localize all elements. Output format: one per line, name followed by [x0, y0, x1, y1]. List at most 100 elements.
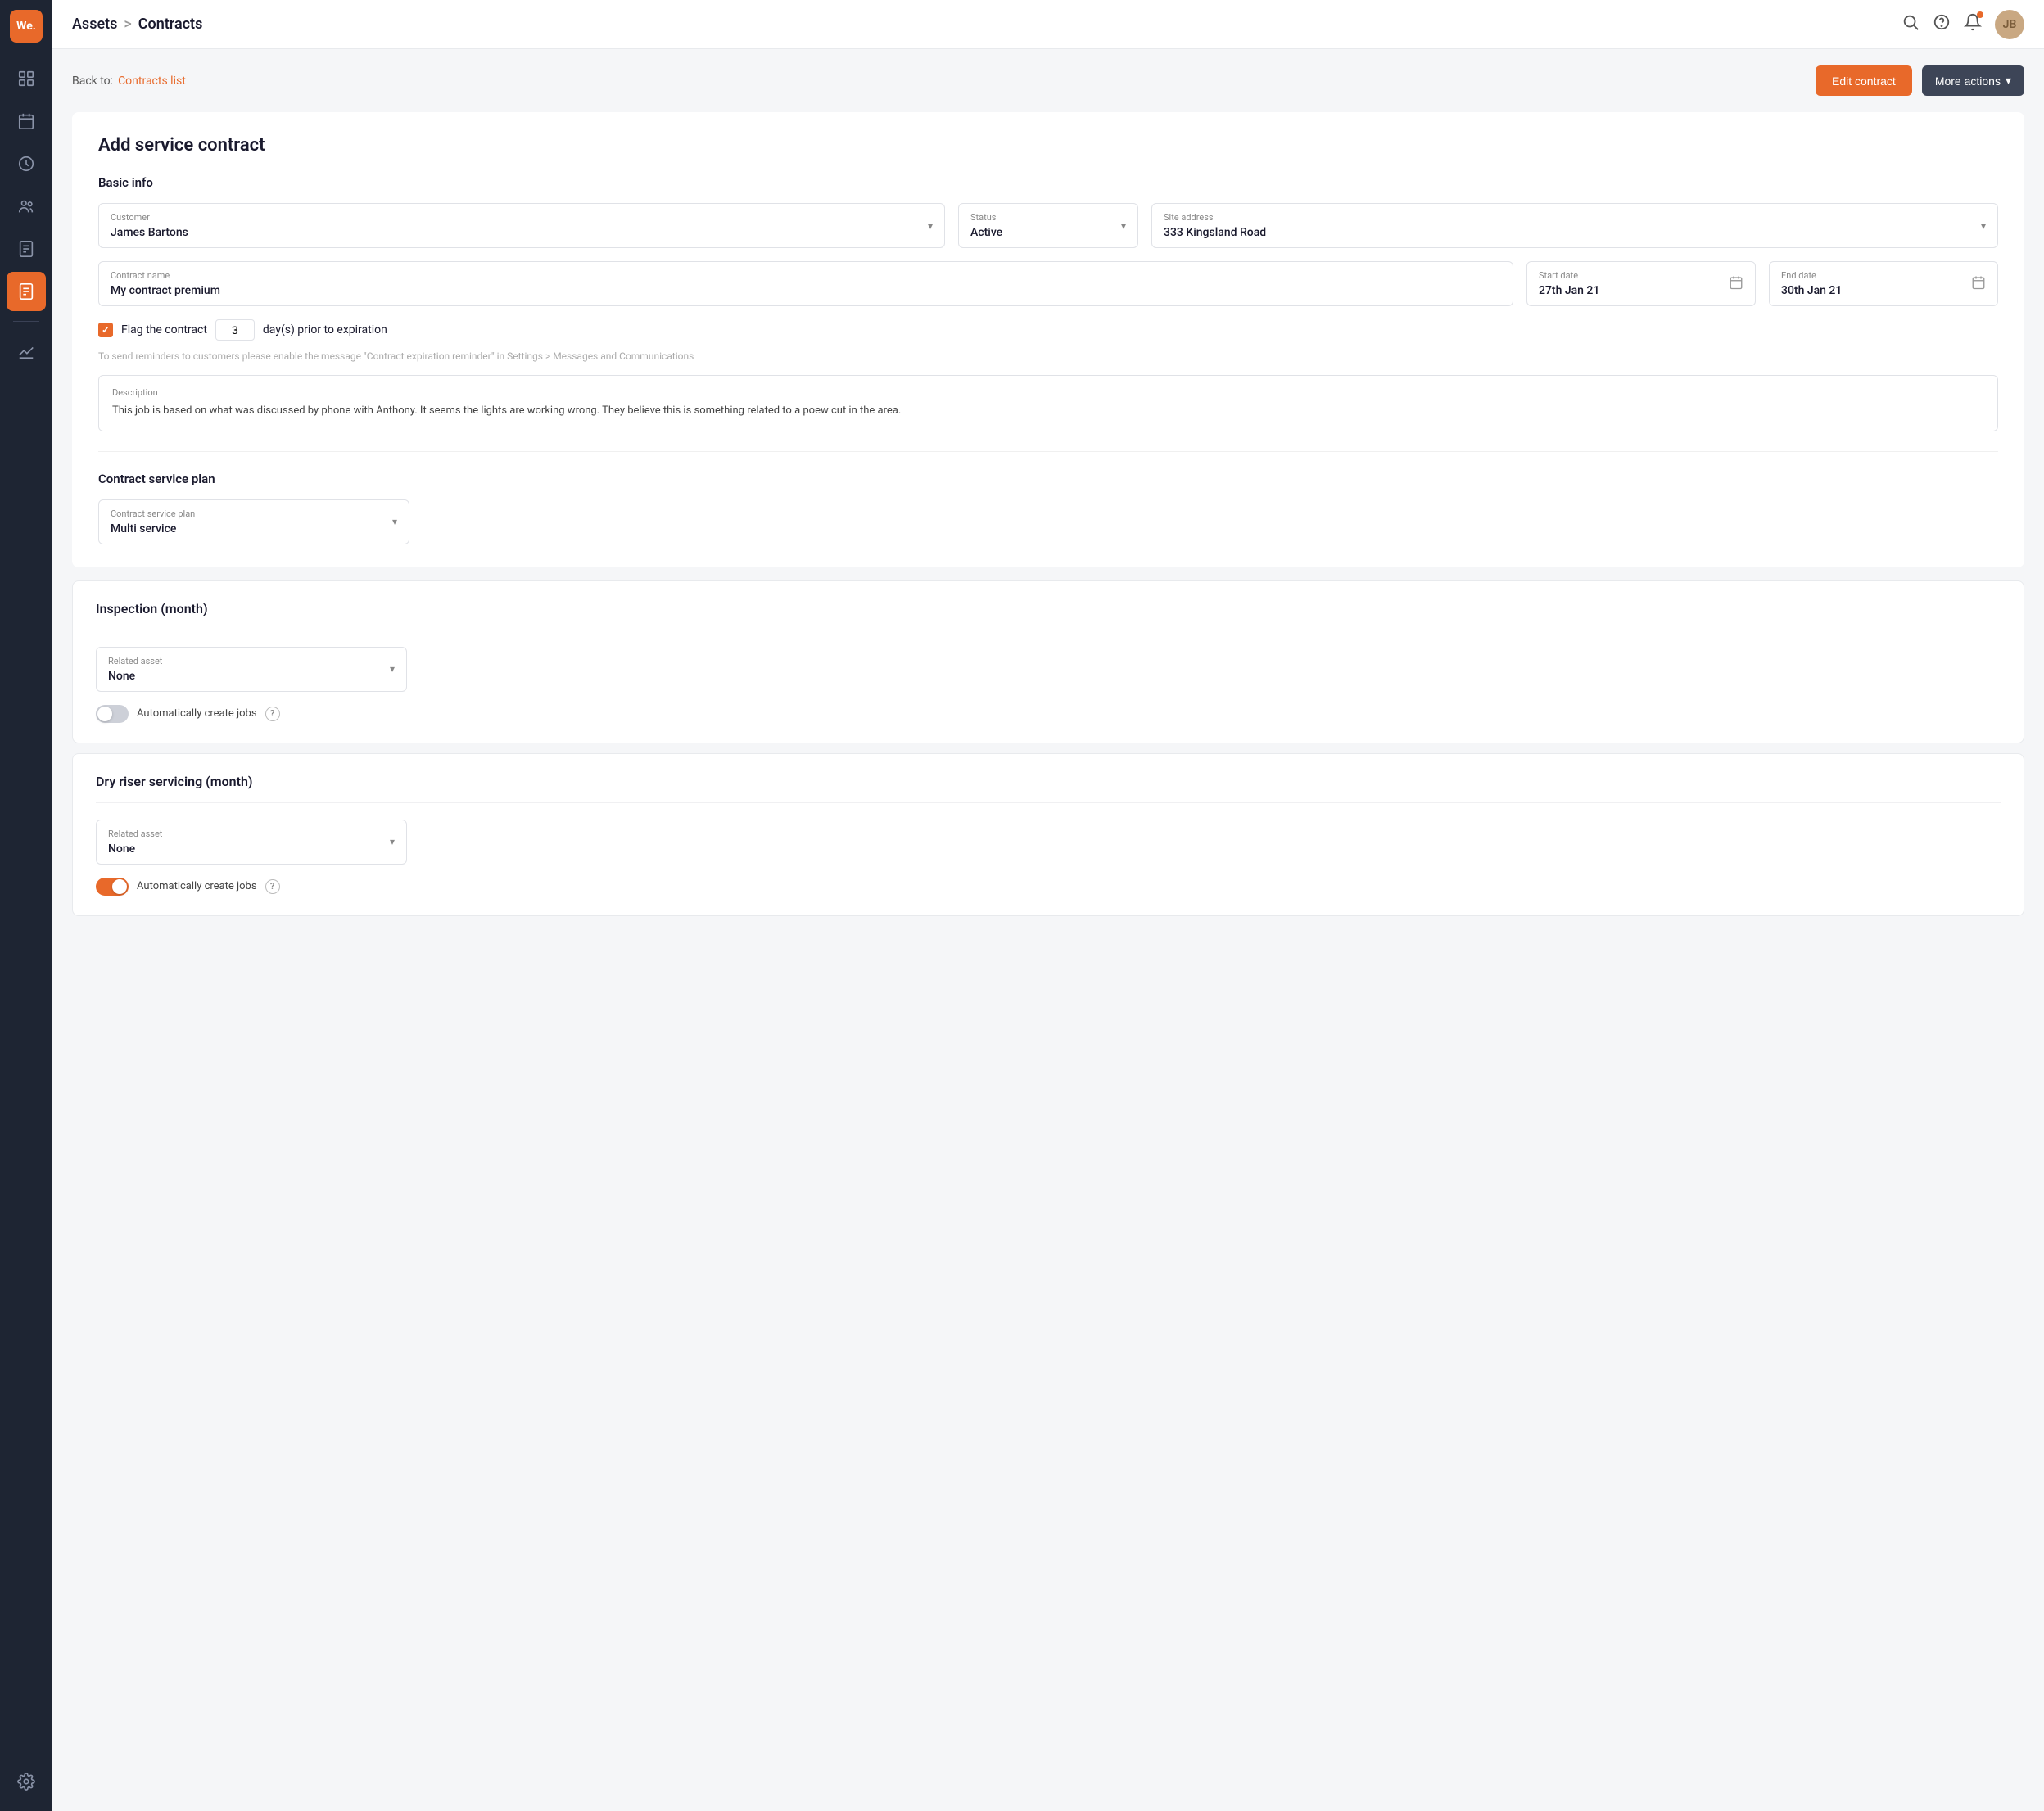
dry-riser-help-icon[interactable]: ? [265, 879, 280, 894]
inspection-asset-chevron-icon: ▾ [390, 663, 395, 675]
sidebar-item-documents[interactable] [7, 229, 46, 269]
sidebar-nav [0, 59, 52, 1762]
contracts-list-link[interactable]: Contracts list [118, 75, 186, 88]
notification-icon[interactable] [1964, 13, 1982, 35]
more-actions-button[interactable]: More actions ▾ [1922, 65, 2024, 96]
customer-label: Customer [111, 212, 188, 223]
breadcrumb-parent: Assets [72, 16, 117, 33]
customer-chevron-icon: ▾ [928, 220, 933, 232]
dry-riser-toggle-knob [112, 879, 127, 894]
inspection-related-asset-value: None [108, 670, 162, 683]
flag-days-input[interactable] [215, 319, 255, 341]
sidebar-item-calendar[interactable] [7, 102, 46, 141]
dry-riser-related-asset-field[interactable]: Related asset None ▾ [96, 820, 407, 865]
dry-riser-toggle-row: Automatically create jobs ? [96, 878, 2001, 896]
start-date-field[interactable]: Start date 27th Jan 21 [1526, 261, 1756, 306]
start-date-label: Start date [1539, 270, 1599, 281]
description-label: Description [112, 387, 1984, 398]
start-date-value: 27th Jan 21 [1539, 284, 1599, 297]
dry-riser-auto-jobs-label: Automatically create jobs [137, 880, 257, 892]
dry-riser-card: Dry riser servicing (month) Related asse… [72, 753, 2024, 916]
contract-name-field[interactable]: Contract name My contract premium [98, 261, 1513, 306]
form-row-2: Contract name My contract premium Start … [98, 261, 1998, 306]
site-address-value: 333 Kingsland Road [1164, 226, 1266, 239]
avatar-initials: JB [2003, 18, 2017, 31]
description-box: Description This job is based on what wa… [98, 375, 1998, 431]
status-field[interactable]: Status Active ▾ [958, 203, 1138, 248]
customer-field[interactable]: Customer James Bartons ▾ [98, 203, 945, 248]
inspection-title: Inspection (month) [96, 601, 2001, 630]
section-separator [98, 451, 1998, 452]
breadcrumb-separator: > [124, 16, 131, 33]
end-date-label: End date [1781, 270, 1842, 281]
back-link: Back to: Contracts list [72, 75, 186, 88]
calendar-icon [1729, 275, 1743, 293]
sidebar-divider [13, 321, 39, 322]
form-title: Add service contract [98, 135, 1998, 156]
toggle-knob [97, 707, 112, 721]
site-address-field[interactable]: Site address 333 Kingsland Road ▾ [1151, 203, 1998, 248]
edit-contract-button[interactable]: Edit contract [1816, 65, 1912, 96]
service-plan-field[interactable]: Contract service plan Multi service ▾ [98, 499, 409, 544]
basic-info-title: Basic info [98, 175, 1998, 190]
contract-name-value: My contract premium [111, 284, 1501, 297]
content-area: Back to: Contracts list Edit contract Mo… [52, 49, 2044, 1811]
sidebar: We. [0, 0, 52, 1811]
inspection-related-asset-label: Related asset [108, 656, 162, 666]
notification-dot [1977, 11, 1983, 18]
contract-name-label: Contract name [111, 270, 1501, 281]
dry-riser-title: Dry riser servicing (month) [96, 774, 2001, 803]
inspection-related-asset-field[interactable]: Related asset None ▾ [96, 647, 407, 692]
main-area: Assets > Contracts JB Back to: [52, 0, 2044, 1811]
flag-checkbox[interactable] [98, 323, 113, 337]
top-header: Assets > Contracts JB [52, 0, 2044, 49]
service-plan-chevron-icon: ▾ [392, 516, 397, 527]
customer-value: James Bartons [111, 226, 188, 239]
status-label: Status [970, 212, 1002, 223]
service-plan-title: Contract service plan [98, 472, 1998, 486]
inspection-card: Inspection (month) Related asset None ▾ … [72, 580, 2024, 743]
inspection-auto-jobs-toggle[interactable] [96, 705, 129, 723]
inspection-auto-jobs-label: Automatically create jobs [137, 707, 257, 720]
status-value: Active [970, 226, 1002, 239]
status-chevron-icon: ▾ [1121, 220, 1126, 232]
end-date-value: 30th Jan 21 [1781, 284, 1842, 297]
inspection-help-icon[interactable]: ? [265, 707, 280, 721]
sub-header: Back to: Contracts list Edit contract Mo… [72, 65, 2024, 96]
sidebar-item-contacts[interactable] [7, 187, 46, 226]
dry-riser-auto-jobs-toggle[interactable] [96, 878, 129, 896]
breadcrumb-current: Contracts [138, 16, 203, 33]
end-calendar-icon [1971, 275, 1986, 293]
header-actions: JB [1902, 10, 2024, 39]
form-row-1: Customer James Bartons ▾ Status Active ▾… [98, 203, 1998, 248]
avatar[interactable]: JB [1995, 10, 2024, 39]
chevron-down-icon: ▾ [2006, 74, 2011, 88]
dry-riser-related-asset-value: None [108, 842, 162, 856]
sidebar-item-clock[interactable] [7, 144, 46, 183]
search-icon[interactable] [1902, 13, 1920, 35]
sidebar-item-dashboard[interactable] [7, 59, 46, 98]
app-logo: We. [10, 10, 43, 43]
flag-label: Flag the contract [121, 323, 207, 336]
main-form-card: Add service contract Basic info Customer… [72, 112, 2024, 567]
inspection-toggle-row: Automatically create jobs ? [96, 705, 2001, 723]
service-plan-label: Contract service plan [111, 508, 195, 519]
breadcrumb: Assets > Contracts [72, 16, 202, 33]
site-address-chevron-icon: ▾ [1981, 220, 1986, 232]
service-plan-value: Multi service [111, 522, 195, 535]
sub-header-actions: Edit contract More actions ▾ [1816, 65, 2024, 96]
flag-row: Flag the contract day(s) prior to expira… [98, 319, 1998, 341]
end-date-field[interactable]: End date 30th Jan 21 [1769, 261, 1998, 306]
sidebar-bottom [7, 1762, 46, 1801]
sidebar-item-settings[interactable] [7, 1762, 46, 1801]
reminder-text: To send reminders to customers please en… [98, 350, 1998, 362]
flag-days-suffix: day(s) prior to expiration [263, 323, 387, 336]
back-prefix: Back to: [72, 75, 113, 88]
description-text: This job is based on what was discussed … [112, 403, 1984, 419]
sidebar-item-contracts[interactable] [7, 272, 46, 311]
dry-riser-related-asset-label: Related asset [108, 829, 162, 839]
dry-riser-asset-chevron-icon: ▾ [390, 836, 395, 847]
site-address-label: Site address [1164, 212, 1266, 223]
sidebar-item-reports[interactable] [7, 332, 46, 371]
help-icon[interactable] [1933, 13, 1951, 35]
